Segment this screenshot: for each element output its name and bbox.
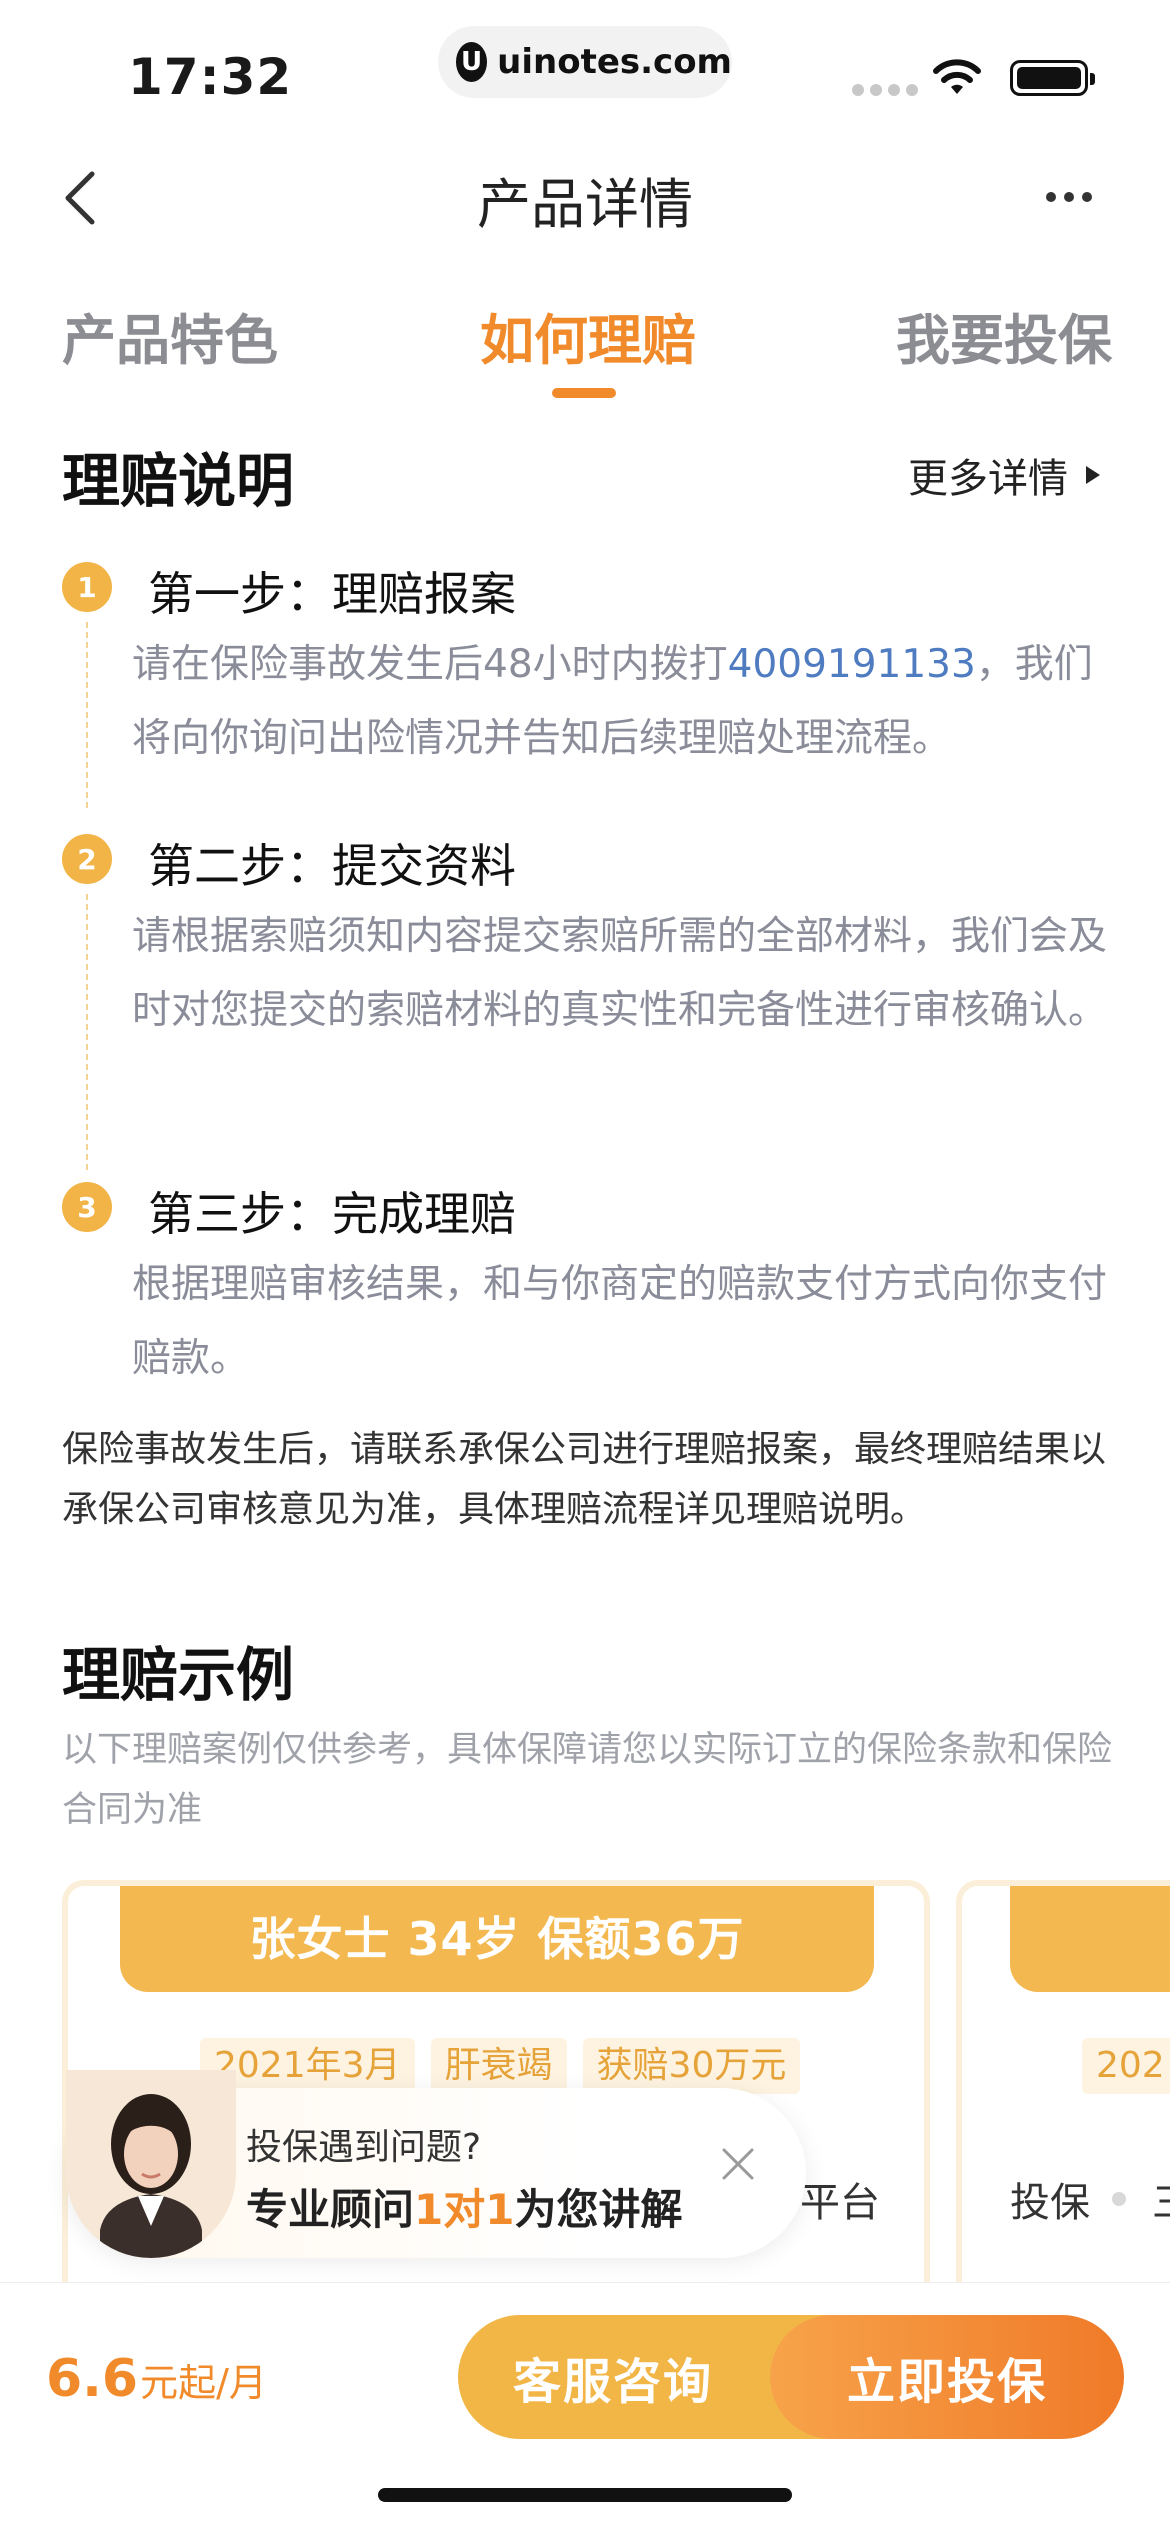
home-indicator xyxy=(378,2488,792,2502)
card-header xyxy=(1010,1886,1170,1992)
site-logo-icon: U xyxy=(456,42,488,82)
url-pill[interactable]: U uinotes.com xyxy=(438,26,732,98)
step-2-desc: 请根据索赔须知内容提交索赔所需的全部材料，我们会及时对您提交的索赔材料的真实性和… xyxy=(132,914,1108,1033)
tab-bar: 产品特色 如何理赔 我要投保 xyxy=(0,296,1170,406)
url-text: uinotes.com xyxy=(497,42,732,82)
advisor-answer-suffix: 为您讲解 xyxy=(514,2185,683,2234)
step-3-badge: 3 xyxy=(62,1182,112,1232)
wifi-icon xyxy=(933,59,981,94)
tab-buy-insurance[interactable]: 我要投保 xyxy=(896,296,1112,375)
card-tag-payout: 获赔30万元 xyxy=(582,2038,801,2094)
triangle-right-icon xyxy=(1086,466,1100,484)
timeline-dot xyxy=(1112,2192,1126,2206)
step-1-badge: 1 xyxy=(62,562,112,612)
step-3-title: 第三步：完成理赔 xyxy=(148,1187,516,1241)
claim-examples-title: 理赔示例 xyxy=(62,1641,295,1709)
claim-examples-subtitle: 以下理赔案例仅供参考，具体保障请您以实际订立的保险条款和保险合同为准 xyxy=(62,1730,1113,1830)
claim-info-title: 理赔说明 xyxy=(62,447,295,515)
status-bar: 17:32 U uinotes.com xyxy=(0,0,1170,140)
card-tag-illness: 肝衰竭 xyxy=(430,2038,567,2094)
step-2-title: 第二步：提交资料 xyxy=(148,839,516,893)
tab-product-features[interactable]: 产品特色 xyxy=(62,296,278,375)
step-1-title: 第一步：理赔报案 xyxy=(148,567,516,621)
advisor-answer-highlight: 1对1 xyxy=(414,2185,515,2234)
price-unit: 元起/月 xyxy=(140,2361,267,2405)
active-tab-indicator xyxy=(552,388,616,398)
advisor-popup[interactable]: 投保遇到问题? 专业顾问1对1为您讲解 xyxy=(66,2070,806,2258)
advisor-question: 投保遇到问题? xyxy=(246,2127,482,2168)
step-3-desc: 根据理赔审核结果，和与你商定的赔款支付方式向你支付赔款。 xyxy=(132,1262,1108,1381)
price-number: 6.6 xyxy=(46,2349,139,2409)
step-connector xyxy=(86,622,88,808)
card-tag-date: 202 xyxy=(1082,2038,1170,2094)
price: 6.6 元起/月 xyxy=(46,2349,267,2409)
page-title: 产品详情 xyxy=(477,173,693,236)
close-icon[interactable] xyxy=(716,2142,760,2186)
status-time: 17:32 xyxy=(128,48,293,106)
customer-service-label: 客服咨询 xyxy=(512,2354,713,2410)
more-details-label: 更多详情 xyxy=(908,456,1068,502)
claim-phone-link[interactable]: 4009191133 xyxy=(728,642,976,687)
more-options-icon[interactable] xyxy=(1046,192,1092,202)
claim-note: 保险事故发生后，请联系承保公司进行理赔报案，最终理赔结果以承保公司审核意见为准，… xyxy=(62,1429,1107,1530)
advisor-answer: 专业顾问1对1为您讲解 xyxy=(246,2176,682,2237)
card-tags: 2021年3月 肝衰竭 获赔30万元 xyxy=(200,2038,801,2094)
claim-example-card[interactable]: 202 投保 三 xyxy=(956,1880,1170,2300)
step-1-desc-text: 请在保险事故发生后48小时内拨打 xyxy=(132,642,728,687)
cellular-signal-icon xyxy=(852,84,918,96)
step-2-badge: 2 xyxy=(62,834,112,884)
advisor-avatar xyxy=(66,2070,236,2258)
tab-how-to-claim[interactable]: 如何理赔 xyxy=(480,296,696,375)
more-details-link[interactable]: 更多详情 xyxy=(908,446,1100,504)
advisor-answer-prefix: 专业顾问 xyxy=(246,2185,415,2234)
step-1-desc: 请在保险事故发生后48小时内拨打4009191133，我们将向你询问出险情况并告… xyxy=(132,628,1112,776)
card-partial-text: 三 xyxy=(1152,2170,1170,2228)
buy-now-button[interactable]: 立即投保 xyxy=(770,2315,1124,2439)
card-partial-text: 平台 xyxy=(800,2180,880,2226)
card-header: 张女士 34岁 保额36万 xyxy=(120,1886,874,1992)
step-connector xyxy=(86,894,88,1170)
card-label: 投保 xyxy=(1010,2180,1090,2226)
battery-icon xyxy=(1010,60,1095,96)
card-tags: 202 xyxy=(1082,2038,1170,2094)
buy-now-label: 立即投保 xyxy=(846,2354,1047,2410)
